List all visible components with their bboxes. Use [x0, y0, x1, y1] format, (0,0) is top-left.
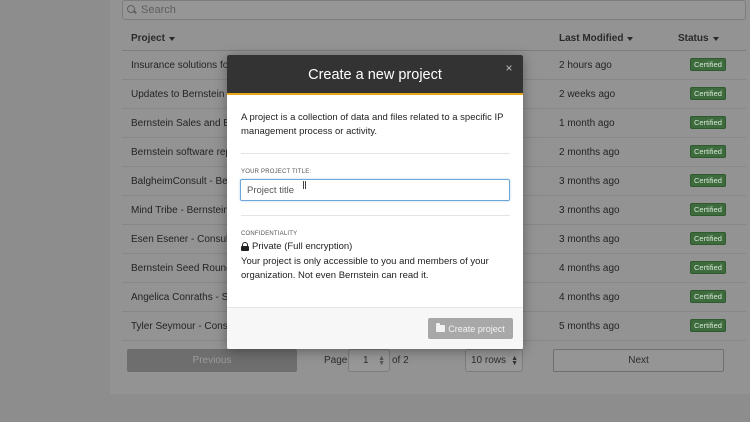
spinner-icon[interactable]: ▲ ▼ — [378, 355, 385, 367]
column-header-label: Project — [131, 33, 165, 44]
search-input[interactable]: Search — [122, 0, 746, 20]
lock-icon — [241, 242, 249, 251]
status-badge: Certified — [690, 174, 726, 187]
project-title-input[interactable] — [240, 179, 510, 201]
last-modified: 2 months ago — [559, 147, 620, 158]
sort-caret-icon — [712, 36, 719, 41]
confidentiality-value: Private (Full encryption) — [241, 241, 352, 252]
divider — [241, 153, 510, 154]
status-badge: Certified — [690, 145, 726, 158]
spinner-icon: ▲ ▼ — [511, 355, 518, 367]
last-modified: 4 months ago — [559, 292, 620, 303]
status-badge: Certified — [690, 58, 726, 71]
last-modified: 3 months ago — [559, 176, 620, 187]
project-name: Updates to Bernstein s — [131, 89, 233, 100]
modal-footer: Create project — [227, 307, 523, 349]
project-name: Insurance solutions for — [131, 60, 232, 71]
status-badge: Certified — [690, 261, 726, 274]
confidentiality-value-text: Private (Full encryption) — [252, 241, 353, 252]
modal-header: Create a new project × — [227, 55, 523, 95]
project-name: Bernstein Seed Round — [131, 263, 232, 274]
modal-description: A project is a collection of data and fi… — [241, 112, 504, 137]
status-badge: Certified — [690, 116, 726, 129]
project-name: Mind Tribe - Bernstein — [131, 205, 229, 216]
project-name: Bernstein software rep — [131, 147, 232, 158]
last-modified: 1 month ago — [559, 118, 615, 129]
last-modified: 5 months ago — [559, 321, 620, 332]
confidentiality-description: Your project is only accessible to you a… — [241, 256, 489, 281]
search-icon — [127, 5, 137, 15]
folder-icon — [436, 323, 446, 332]
project-title-label: YOUR PROJECT TITLE: — [241, 169, 312, 175]
column-header-last-modified[interactable]: Last Modified — [559, 33, 634, 44]
modal-title: Create a new project — [308, 67, 442, 83]
confidentiality-label: CONFIDENTIALITY — [241, 231, 298, 237]
close-icon[interactable]: × — [503, 62, 515, 74]
text-cursor-icon — [303, 181, 306, 189]
page-number-value: 1 — [363, 355, 369, 366]
create-project-modal: Create a new project × A project is a co… — [227, 55, 523, 349]
rows-per-page-select[interactable]: 10 rows ▲ ▼ — [465, 349, 523, 372]
last-modified: 2 hours ago — [559, 60, 612, 71]
search-placeholder: Search — [141, 4, 176, 16]
previous-button[interactable]: Previous — [127, 349, 297, 372]
column-header-status[interactable]: Status — [678, 33, 719, 44]
column-header-project[interactable]: Project — [131, 33, 175, 44]
last-modified: 3 months ago — [559, 205, 620, 216]
column-header-label: Last Modified — [559, 33, 624, 44]
column-header-label: Status — [678, 33, 709, 44]
rows-per-page-value: 10 rows — [471, 355, 507, 366]
project-name: Esen Esener - Consulti — [131, 234, 234, 245]
sort-caret-icon — [627, 36, 634, 41]
project-name: Bernstein Sales and Bu — [131, 118, 236, 129]
next-button[interactable]: Next — [553, 349, 724, 372]
status-badge: Certified — [690, 203, 726, 216]
divider — [241, 215, 510, 216]
page-count-label: of 2 — [392, 355, 409, 366]
last-modified: 3 months ago — [559, 234, 620, 245]
status-badge: Certified — [690, 87, 726, 100]
create-project-label: Create project — [448, 323, 505, 334]
status-badge: Certified — [690, 319, 726, 332]
project-name: BalgheimConsult - Bern — [131, 176, 237, 187]
page-number-input[interactable]: 1 ▲ ▼ — [348, 349, 390, 372]
project-name: Angelica Conraths - Sh — [131, 292, 234, 303]
project-name: Tyler Seymour - Consul — [131, 321, 236, 332]
last-modified: 2 weeks ago — [559, 89, 616, 100]
status-badge: Certified — [690, 290, 726, 303]
last-modified: 4 months ago — [559, 263, 620, 274]
page-label: Page — [324, 355, 348, 366]
sort-caret-icon — [168, 36, 175, 41]
create-project-button[interactable]: Create project — [428, 318, 513, 339]
status-badge: Certified — [690, 232, 726, 245]
